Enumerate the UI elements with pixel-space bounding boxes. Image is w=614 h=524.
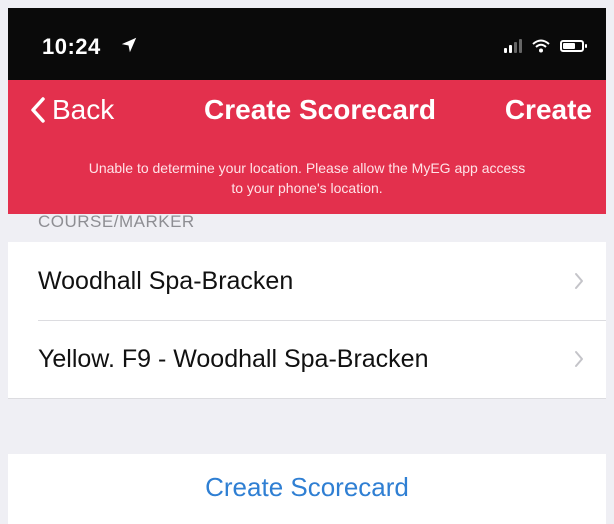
warning-text-line-1: Unable to determine your location. Pleas… <box>88 160 526 176</box>
status-icons <box>504 38 587 54</box>
create-scorecard-section: Create Scorecard <box>8 454 606 524</box>
marker-row-label: Yellow. F9 - Woodhall Spa-Bracken <box>38 344 429 373</box>
back-button-label: Back <box>52 94 115 125</box>
wifi-icon <box>532 39 550 53</box>
course-marker-list: Woodhall Spa-Bracken Yellow. F9 - Woodha… <box>8 242 606 398</box>
status-time: 10:24 <box>42 34 101 59</box>
warning-text-line-2: to your phone's location. <box>231 180 383 196</box>
status-bar: 10:24 <box>8 8 606 80</box>
navigation-bar: Back Create Scorecard Create <box>8 80 606 140</box>
chevron-right-icon <box>575 273 583 289</box>
marker-row[interactable]: Yellow. F9 - Woodhall Spa-Bracken <box>8 320 606 398</box>
section-header-course-marker: COURSE/MARKER <box>38 212 195 231</box>
location-arrow-icon <box>121 37 137 53</box>
chevron-right-icon <box>575 351 583 367</box>
course-row-label: Woodhall Spa-Bracken <box>38 266 294 295</box>
location-warning-banner: Unable to determine your location. Pleas… <box>8 140 606 214</box>
battery-icon <box>560 40 587 52</box>
list-divider <box>8 398 606 399</box>
chevron-left-icon <box>31 97 45 123</box>
page-title: Create Scorecard <box>204 94 436 125</box>
cellular-signal-icon <box>504 39 522 53</box>
back-button[interactable]: Back <box>30 92 114 128</box>
create-scorecard-screen: 10:24 Back Create Scorecard Create COURS… <box>0 0 614 524</box>
create-scorecard-button[interactable]: Create Scorecard <box>8 472 606 503</box>
course-row[interactable]: Woodhall Spa-Bracken <box>8 242 606 320</box>
create-button[interactable]: Create <box>505 92 592 128</box>
